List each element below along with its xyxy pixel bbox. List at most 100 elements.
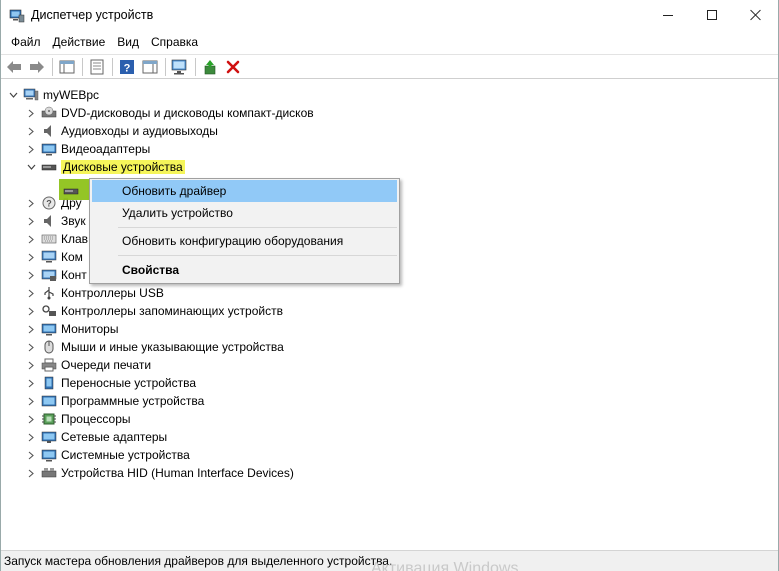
tree-item[interactable]: Дисковые устройства (25, 158, 185, 176)
menu-help[interactable]: Справка (145, 32, 204, 52)
tree-item[interactable]: Программные устройства (25, 392, 204, 410)
title-bar: Диспетчер устройств (1, 0, 778, 32)
expand-arrow-icon[interactable] (25, 359, 37, 371)
menu-file[interactable]: Файл (5, 32, 47, 52)
tree-item[interactable]: Контроллеры USB (25, 284, 164, 302)
tree-item-label: Конт (61, 268, 87, 282)
update-driver-toolbar-button[interactable] (200, 57, 220, 77)
expand-arrow-icon[interactable] (25, 377, 37, 389)
help-button[interactable]: ? (117, 57, 137, 77)
tree-item-label: Переносные устройства (61, 376, 197, 390)
computer-icon (23, 88, 39, 102)
expand-arrow-icon[interactable] (25, 341, 37, 353)
unknown-device-icon: ? (41, 196, 57, 210)
tree-item[interactable]: Видеоадаптеры (25, 140, 150, 158)
properties-icon (90, 59, 104, 74)
properties-label: Свойства (122, 263, 180, 277)
context-menu-separator (118, 255, 397, 256)
device-tree: myWEBpc DVD-дисководы и дисководы компак… (1, 82, 778, 547)
keyboard-icon (41, 232, 57, 246)
menu-item-scan-hardware[interactable]: Обновить конфигурацию оборудования (92, 230, 397, 252)
maximize-button[interactable] (689, 0, 735, 30)
scan-hardware-label: Обновить конфигурацию оборудования (122, 234, 344, 248)
tree-item-label: Видеоадаптеры (61, 142, 151, 156)
tree-item[interactable]: Мониторы (25, 320, 118, 338)
properties-toolbar-button[interactable] (87, 57, 107, 77)
tree-item[interactable]: Переносные устройства (25, 374, 196, 392)
expand-arrow-icon[interactable] (25, 233, 37, 245)
tree-item[interactable]: Ком (25, 248, 83, 266)
scan-hardware-button[interactable] (170, 57, 190, 77)
expand-arrow-icon[interactable] (25, 215, 37, 227)
tree-item-label: Устройства HID (Human Interface Devices) (61, 466, 294, 480)
menu-item-update-driver[interactable]: Обновить драйвер (92, 180, 397, 202)
action-pane-button[interactable] (140, 57, 160, 77)
expand-arrow-icon[interactable] (25, 467, 37, 479)
forward-arrow-icon (30, 60, 44, 73)
toolbar-separator (52, 57, 53, 76)
tree-item[interactable]: Аудиовходы и аудиовыходы (25, 122, 218, 140)
svg-text:?: ? (46, 199, 52, 209)
tree-item[interactable]: Сетевые адаптеры (25, 428, 167, 446)
expand-arrow-icon[interactable] (25, 431, 37, 443)
toolbar-separator (112, 57, 113, 76)
action-pane-icon (142, 60, 158, 73)
uninstall-device-toolbar-button[interactable] (223, 57, 243, 77)
tree-item-label: Мониторы (61, 322, 119, 336)
menu-item-uninstall-device[interactable]: Удалить устройство (92, 202, 397, 224)
tree-item[interactable]: Очереди печати (25, 356, 151, 374)
expand-arrow-icon[interactable] (25, 125, 37, 137)
speaker-icon (41, 124, 57, 138)
menu-action[interactable]: Действие (47, 32, 112, 52)
forward-button[interactable] (27, 57, 47, 77)
svg-text:?: ? (124, 62, 131, 74)
tree-item[interactable]: Системные устройства (25, 446, 190, 464)
printer-icon (41, 358, 57, 372)
tree-root[interactable]: myWEBpc (7, 86, 99, 104)
context-menu: Обновить драйвер Удалить устройство Обно… (89, 178, 400, 284)
processor-icon (41, 412, 57, 426)
expand-arrow-icon[interactable] (25, 395, 37, 407)
expand-arrow-icon[interactable] (25, 305, 37, 317)
expand-arrow-icon[interactable] (25, 107, 37, 119)
system-device-icon (41, 448, 57, 462)
help-icon: ? (120, 59, 134, 74)
collapse-arrow-icon[interactable] (25, 161, 37, 173)
tree-item-label: Системные устройства (61, 448, 190, 462)
tree-item[interactable]: Конт (25, 266, 87, 284)
menu-view[interactable]: Вид (111, 32, 145, 52)
expand-arrow-icon[interactable] (25, 197, 37, 209)
expand-arrow-icon[interactable] (25, 143, 37, 155)
toolbar-separator (165, 57, 166, 76)
expand-arrow-icon[interactable] (25, 287, 37, 299)
expand-arrow-icon[interactable] (25, 269, 37, 281)
expand-arrow-icon[interactable] (25, 413, 37, 425)
portable-device-icon (41, 376, 57, 390)
close-button[interactable] (733, 0, 779, 30)
scan-hardware-icon (171, 59, 187, 74)
expand-arrow-icon[interactable] (25, 323, 37, 335)
uninstall-device-label: Удалить устройство (122, 206, 233, 220)
show-hide-console-tree-button[interactable] (57, 57, 77, 77)
tree-item[interactable]: Процессоры (25, 410, 131, 428)
tree-item[interactable]: Клав (25, 230, 88, 248)
remove-x-icon (226, 60, 240, 73)
disk-drive-icon (41, 160, 57, 174)
tree-item[interactable]: Звук (25, 212, 86, 230)
tree-item[interactable]: Контроллеры запоминающих устройств (25, 302, 283, 320)
tree-item[interactable]: Устройства HID (Human Interface Devices) (25, 464, 294, 482)
expand-arrow-icon[interactable] (25, 449, 37, 461)
display-adapter-icon (41, 142, 57, 156)
expand-arrow-icon[interactable] (25, 251, 37, 263)
tree-item[interactable]: Мыши и иные указывающие устройства (25, 338, 284, 356)
tree-item-label: Ком (61, 250, 83, 264)
tree-item[interactable]: DVD-дисководы и дисководы компакт-дисков (25, 104, 314, 122)
back-button[interactable] (4, 57, 24, 77)
minimize-button[interactable] (645, 0, 691, 30)
minimize-icon (663, 14, 673, 16)
collapse-arrow-icon[interactable] (7, 89, 19, 101)
tree-item-label: Процессоры (61, 412, 131, 426)
menu-item-properties[interactable]: Свойства (92, 259, 397, 281)
tree-item-label: Программные устройства (61, 394, 205, 408)
status-text: Запуск мастера обновления драйверов для … (4, 554, 393, 568)
